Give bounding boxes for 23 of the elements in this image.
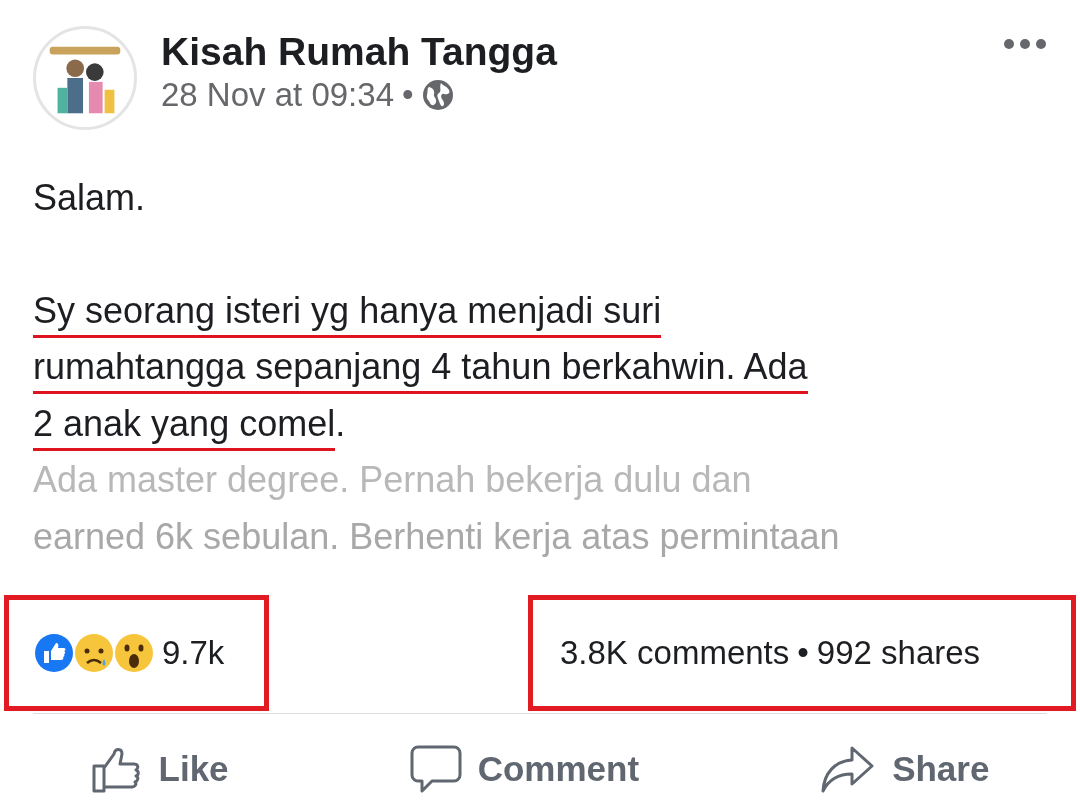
thumbs-up-icon [34, 633, 74, 673]
comment-action-button[interactable]: Comment [403, 741, 646, 797]
share-action-button[interactable]: Share [814, 741, 996, 797]
share-count[interactable]: 992 shares [816, 628, 981, 678]
speech-bubble-icon [409, 744, 462, 794]
comment-count[interactable]: 3.8K comments [560, 628, 790, 678]
page-name[interactable]: Kisah Rumah Tangga [161, 30, 557, 75]
post-timestamp[interactable]: 28 Nov at 09:34 [161, 74, 394, 115]
surprised-face-icon [114, 633, 154, 673]
reaction-count[interactable]: 9.7k [162, 628, 225, 678]
crying-face-icon [74, 633, 114, 673]
more-options-icon[interactable] [1003, 38, 1047, 50]
faded-text-line: earned 6k sebulan. Berhenti kerja atas permintaan [33, 515, 840, 557]
post-text-line: Salam. [33, 177, 146, 218]
separator-dot: • [797, 633, 809, 674]
post-text-line: 2 anak yang comel [33, 399, 336, 451]
faded-text-line: Ada master degree. Pernah bekerja dulu dan [33, 459, 752, 500]
globe-icon [421, 78, 454, 111]
post-text-line: rumahtangga sepanjang 4 tahun berkahwin. Ada [33, 343, 808, 394]
post-text-line: Sy seorang isteri yg hanya menjadi suri [33, 286, 662, 338]
separator-dot: • [402, 74, 414, 115]
like-action-button[interactable]: Like [84, 741, 235, 797]
punctuation: . [335, 402, 346, 444]
